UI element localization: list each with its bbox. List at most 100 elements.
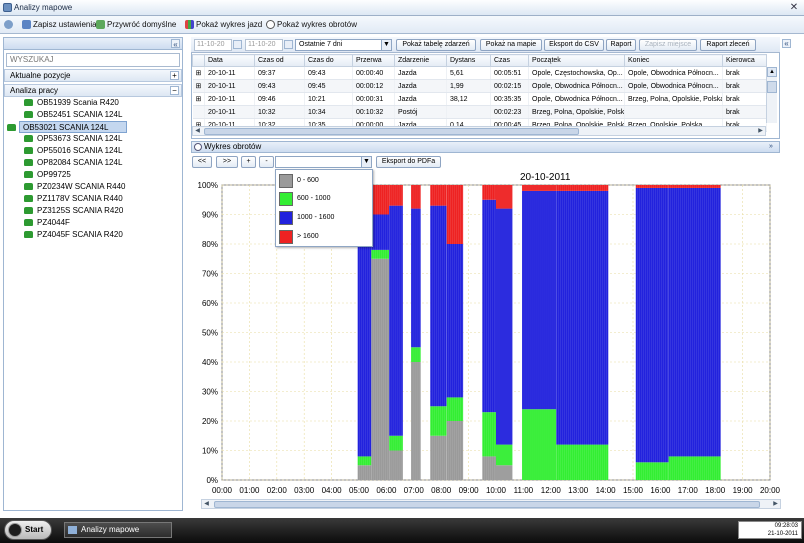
show-rpm-chart-button[interactable]: Pokaż wykres obrotów (266, 19, 357, 31)
x-tick-label: 11:00 (514, 486, 534, 495)
legend-item[interactable]: 600 - 1000 (279, 192, 371, 206)
column-header[interactable]: Przerwa (352, 54, 395, 67)
vehicle-item[interactable]: OP99725 (4, 169, 182, 181)
collapse-chart-icon[interactable]: » (769, 143, 777, 151)
save-settings-button[interactable]: Zapisz ustawienia (22, 19, 97, 31)
zoom-out-button[interactable]: - (259, 156, 274, 168)
table-row[interactable]: ⊞ 20-10-11 09:37 09:43 00:00:40 Jazda 5,61 00:0… (192, 66, 767, 80)
expand-row-icon[interactable]: ⊞ (192, 92, 205, 106)
column-header[interactable]: Czas do (304, 54, 353, 67)
taskbar-item-analizy[interactable]: Analizy mapowe (64, 522, 172, 538)
column-header[interactable]: Dystans (446, 54, 491, 67)
vehicle-label: OB52451 SCANIA 124L (37, 110, 123, 119)
calendar-icon[interactable] (284, 40, 293, 49)
chart-horizontal-scrollbar[interactable]: ◀ ▶ (201, 499, 781, 509)
rpm-bar-green (411, 347, 421, 362)
expand-row-icon[interactable]: ⊞ (192, 79, 205, 93)
table-cell (446, 105, 491, 119)
legend-item[interactable]: 1000 - 1600 (279, 211, 371, 225)
column-header[interactable]: Czas od (254, 54, 305, 67)
rpm-bar-green (556, 444, 609, 480)
table-row[interactable]: ⊞ 20-10-11 09:43 09:45 00:00:12 Jazda 1,99 00:0… (192, 79, 767, 93)
table-cell: 20-10-11 (204, 92, 255, 106)
collapse-icon[interactable]: − (170, 86, 179, 95)
vehicle-item[interactable]: PZ3125S SCANIA R420 (4, 205, 182, 217)
scroll-thumb[interactable] (767, 81, 777, 93)
expand-icon[interactable]: + (170, 71, 179, 80)
vehicle-item[interactable]: OB52451 SCANIA 124L (4, 109, 182, 121)
order-report-button[interactable]: Raport zleceń (700, 39, 756, 51)
rpm-bar-grey (496, 465, 513, 480)
table-horizontal-scrollbar[interactable]: ◀ ▶ (192, 126, 766, 136)
x-tick-label: 20:00 (760, 486, 781, 495)
rpm-bar-blue (371, 214, 390, 250)
x-tick-label: 19:00 (733, 486, 754, 495)
column-header[interactable]: Początek (528, 54, 625, 67)
column-header[interactable] (192, 54, 205, 67)
column-header[interactable]: Czas (490, 54, 529, 67)
current-positions-section[interactable]: Aktualne pozycje + (4, 69, 182, 82)
report-button[interactable]: Raport (606, 39, 636, 51)
date-to-input[interactable]: 11-10-20 (245, 39, 283, 51)
collapse-left-icon[interactable]: « (171, 39, 180, 49)
scroll-thumb[interactable] (214, 501, 760, 508)
window-titlebar: Analizy mapowe ✕ (0, 0, 804, 16)
bar-chart-icon (185, 20, 194, 30)
truck-icon (24, 147, 33, 154)
search-input[interactable]: WYSZUKAJ (6, 53, 180, 67)
vehicle-item[interactable]: OB53021 SCANIA 124L (7, 121, 127, 133)
vehicle-item[interactable]: PZ1178V SCANIA R440 (4, 193, 182, 205)
expand-row-icon[interactable]: ⊞ (192, 66, 205, 80)
vehicle-item[interactable]: PZ4045F SCANIA R420 (4, 229, 182, 241)
legend-item[interactable]: 0 - 600 (279, 174, 371, 188)
legend-select[interactable]: ▼ (275, 156, 372, 168)
table-row[interactable]: ⊞ 20-10-11 09:46 10:21 00:00:31 Jazda 38,12 00:… (192, 92, 767, 106)
vehicle-item[interactable]: OP82084 SCANIA 124L (4, 157, 182, 169)
scroll-right-icon[interactable]: ▶ (756, 127, 765, 135)
export-csv-button[interactable]: Eksport do CSV (544, 39, 604, 51)
table-cell: Opole, Obwodnica Północn... (528, 79, 625, 93)
table-vertical-scrollbar[interactable]: ▲ (766, 67, 777, 123)
scroll-left-icon[interactable]: ◀ (202, 500, 211, 508)
table-cell: 00:02:23 (490, 105, 529, 119)
next-day-button[interactable]: >> (216, 156, 238, 168)
vehicle-item[interactable]: PZ4044F (4, 217, 182, 229)
table-row[interactable]: 20-10-11 10:32 10:34 00:10:32 Postój 00:02:23… (192, 105, 767, 119)
table-cell: Postój (394, 105, 447, 119)
calendar-icon[interactable] (233, 40, 242, 49)
column-header[interactable]: Zdarzenie (394, 54, 447, 67)
export-pdf-button[interactable]: Eksport do PDFa (376, 156, 441, 168)
table-cell: 00:00:40 (352, 66, 395, 80)
period-select[interactable]: Ostatnie 7 dni ▼ (295, 39, 392, 51)
start-button[interactable]: Start (4, 520, 52, 540)
save-place-button[interactable]: Zapisz miejsce (639, 39, 697, 51)
vehicle-item[interactable]: OP53673 SCANIA 124L (4, 133, 182, 145)
show-on-map-button[interactable]: Pokaż na mapie (480, 39, 542, 51)
close-icon[interactable]: ✕ (788, 2, 800, 13)
legend-item[interactable]: > 1600 (279, 230, 371, 244)
column-header[interactable]: Kierowca (722, 54, 767, 67)
toolbar-menu-icon[interactable] (4, 19, 15, 31)
date-from-input[interactable]: 11-10-20 (194, 39, 232, 51)
rpm-bar-green (357, 456, 372, 466)
column-header[interactable]: Data (204, 54, 255, 67)
scroll-right-icon[interactable]: ▶ (771, 500, 780, 508)
zoom-in-button[interactable]: + (241, 156, 256, 168)
scroll-left-icon[interactable]: ◀ (193, 127, 202, 135)
restore-defaults-button[interactable]: Przywróć domyślne (96, 19, 176, 31)
vehicle-item[interactable]: OB51939 Scania R420 (4, 97, 182, 109)
expand-row-icon[interactable] (192, 105, 205, 119)
column-header[interactable]: Koniec (624, 54, 723, 67)
collapse-right-icon[interactable]: « (782, 39, 791, 48)
work-analysis-section[interactable]: Analiza pracy − (4, 84, 182, 97)
show-events-button[interactable]: Pokaż tabelę zdarzeń (396, 39, 476, 51)
main-toolbar: Zapisz ustawienia Przywróć domyślne Poka… (0, 16, 804, 34)
show-trip-chart-button[interactable]: Pokaż wykres jazd (185, 19, 262, 31)
scroll-thumb[interactable] (204, 128, 579, 135)
vehicle-item[interactable]: PZ0234W SCANIA R440 (4, 181, 182, 193)
rpm-bar-grey (357, 465, 372, 480)
scroll-up-icon[interactable]: ▲ (767, 67, 777, 77)
prev-day-button[interactable]: << (192, 156, 212, 168)
x-tick-label: 09:00 (459, 486, 480, 495)
vehicle-item[interactable]: OP55016 SCANIA 124L (4, 145, 182, 157)
